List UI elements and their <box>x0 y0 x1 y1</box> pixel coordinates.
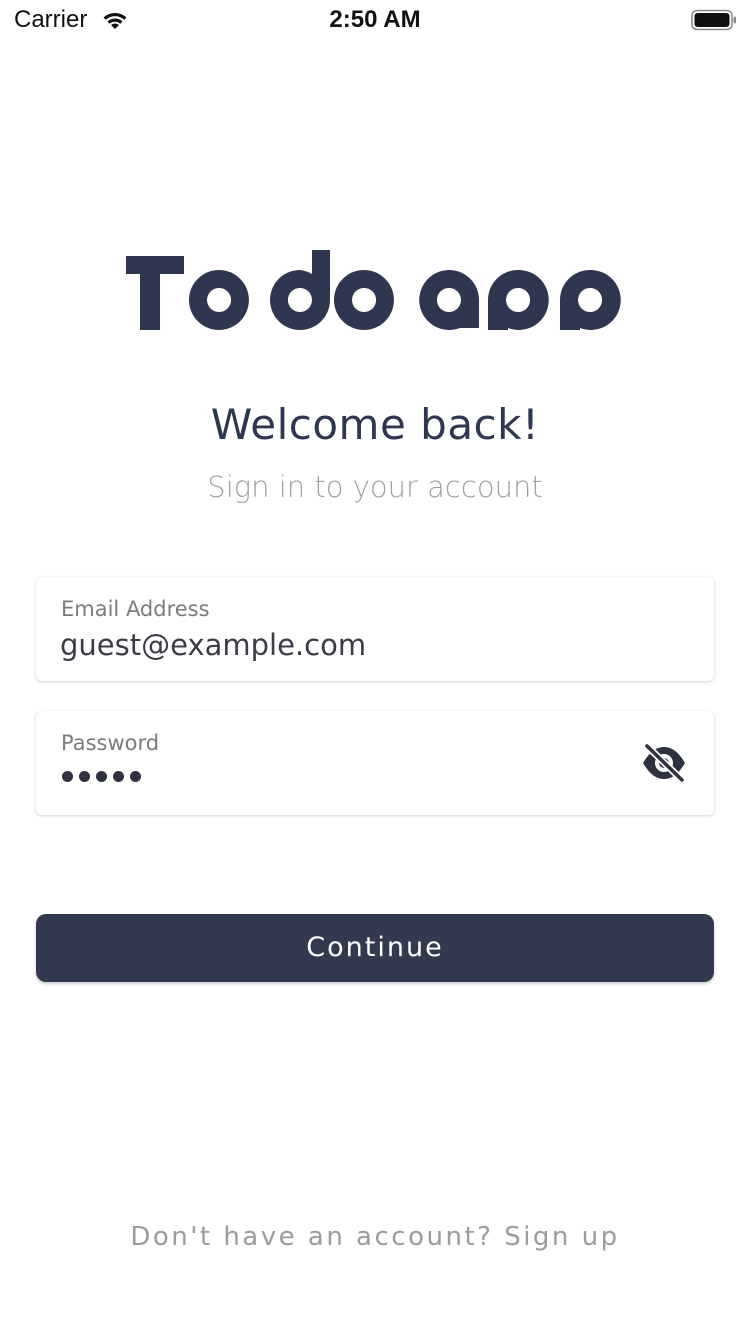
email-label: Email Address <box>61 597 210 621</box>
status-bar: Carrier 2:50 AM <box>0 0 750 40</box>
password-dot <box>79 771 90 782</box>
email-input[interactable] <box>60 628 620 662</box>
todo-app-logo <box>126 250 621 330</box>
eye-off-icon[interactable] <box>640 741 688 785</box>
email-field[interactable]: Email Address <box>36 577 714 681</box>
password-dot <box>113 771 124 782</box>
password-dot <box>62 771 73 782</box>
password-label: Password <box>61 731 160 755</box>
continue-button[interactable]: Continue <box>36 914 714 982</box>
status-time: 2:50 AM <box>329 6 421 33</box>
signup-link[interactable]: Don't have an account? Sign up <box>0 1222 750 1252</box>
password-field[interactable]: Password <box>36 711 714 815</box>
battery-icon <box>691 9 736 31</box>
page-subtitle: Sign in to your account <box>207 470 543 504</box>
password-dot <box>130 771 141 782</box>
page-title: Welcome back! <box>210 400 540 449</box>
password-input[interactable] <box>62 771 141 782</box>
password-dot <box>96 771 107 782</box>
